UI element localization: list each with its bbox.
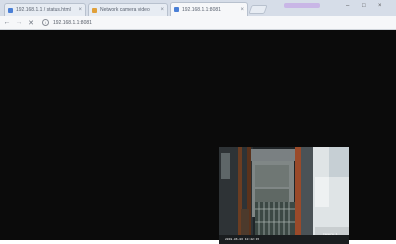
page-favicon-icon bbox=[92, 7, 97, 13]
camera-video-feed[interactable]: 2019-06-06 10:42:15 Camera 1 bbox=[219, 147, 349, 244]
tab-active[interactable]: 192.168.1.1:8081 × bbox=[170, 2, 248, 16]
close-icon[interactable]: × bbox=[160, 7, 164, 13]
site-info-icon[interactable]: i bbox=[42, 19, 49, 26]
tab-label: 192.168.1.1 / status.html bbox=[16, 7, 71, 13]
browser-toolbar: ← → ✕ i 192.168.1.1:8081 bbox=[0, 16, 396, 30]
tab-label: Network camera video bbox=[100, 7, 150, 13]
new-tab-button[interactable] bbox=[248, 5, 268, 14]
page-viewport: 2019-06-06 10:42:15 Camera 1 bbox=[0, 30, 396, 244]
stop-loading-icon[interactable]: ✕ bbox=[26, 19, 36, 27]
window-close-icon[interactable]: × bbox=[378, 3, 382, 9]
camera-scene bbox=[219, 147, 349, 244]
profile-badge[interactable] bbox=[284, 3, 320, 8]
tab-camera-video[interactable]: Network camera video × bbox=[88, 3, 168, 16]
back-arrow-icon[interactable]: ← bbox=[2, 19, 12, 26]
page-favicon-icon bbox=[174, 7, 179, 12]
address-url[interactable]: 192.168.1.1:8081 bbox=[53, 20, 92, 26]
close-icon[interactable]: × bbox=[78, 7, 82, 13]
tab-label: 192.168.1.1:8081 bbox=[182, 6, 221, 13]
forward-arrow-icon[interactable]: → bbox=[14, 19, 24, 26]
tab-strip: 192.168.1.1 / status.html × Network came… bbox=[0, 0, 396, 16]
camera-label: Camera 1 bbox=[323, 233, 338, 236]
page-favicon-icon bbox=[8, 7, 13, 13]
close-icon[interactable]: × bbox=[240, 7, 244, 13]
minimize-icon[interactable]: – bbox=[346, 3, 349, 9]
address-bar[interactable]: i 192.168.1.1:8081 bbox=[42, 18, 382, 27]
tab-status[interactable]: 192.168.1.1 / status.html × bbox=[4, 3, 86, 16]
maximize-icon[interactable]: □ bbox=[362, 3, 366, 9]
